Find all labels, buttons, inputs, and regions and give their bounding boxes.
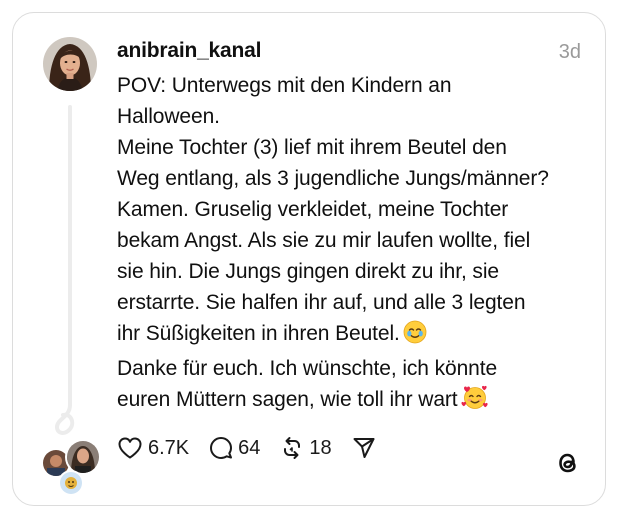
post-line-text: euren Müttern sagen, wie toll ihr wart <box>117 388 458 411</box>
post-line: Weg entlang, als 3 jugendliche Jungs/män… <box>117 167 549 190</box>
paper-plane-icon <box>353 438 375 458</box>
post-line: sie hin. Die Jungs gingen direkt zu ihr,… <box>117 260 499 283</box>
repost-icon <box>284 437 301 459</box>
author-avatar[interactable] <box>43 37 97 91</box>
post-timestamp: 3d <box>558 41 581 63</box>
post-line: erstarrte. Sie halfen ihr auf, und alle … <box>117 291 526 314</box>
thread-connector-line <box>68 105 72 405</box>
post-line: Kamen. Gruselig verkleidet, meine Tochte… <box>117 198 509 221</box>
speech-bubble-icon <box>210 437 233 459</box>
smiling-face-with-hearts-emoji <box>461 384 489 419</box>
author-username[interactable]: anibrain_kanal <box>117 37 261 65</box>
post-line: Halloween. <box>117 105 220 128</box>
share-button[interactable] <box>352 436 376 460</box>
repost-count: 18 <box>309 436 332 459</box>
teary-smile-emoji <box>403 320 427 353</box>
post-line: Danke für euch. Ich wünschte, ich könnte <box>117 357 498 380</box>
repost-button[interactable]: 18 <box>280 436 332 460</box>
replier-avatars[interactable] <box>41 439 105 496</box>
threads-logo-icon <box>559 453 576 473</box>
post-line-text: ihr Süßigkeiten in ihren Beutel. <box>117 322 400 345</box>
post-text: POV: Unterwegs mit den Kindern an Hallow… <box>117 70 597 419</box>
like-count: 6.7K <box>148 436 190 459</box>
heart-icon <box>118 437 142 459</box>
thread-loop-icon <box>54 391 75 435</box>
post-card[interactable]: anibrain_kanal 3d POV: Unterwegs mit den… <box>12 12 606 506</box>
like-button[interactable]: 6.7K <box>117 436 189 460</box>
action-bar: 6.7K 64 18 <box>117 430 376 466</box>
post-line-with-emoji: euren Müttern sagen, wie toll ihr wart <box>117 384 597 419</box>
reply-button[interactable]: 64 <box>209 436 260 460</box>
replier-avatar <box>58 470 84 496</box>
post-line: bekam Angst. Als sie zu mir laufen wollt… <box>117 229 531 252</box>
post-line: Meine Tochter (3) lief mit ihrem Beutel … <box>117 136 507 159</box>
reply-count: 64 <box>238 436 261 459</box>
post-line: POV: Unterwegs mit den Kindern an <box>117 74 452 97</box>
post-line-with-emoji: ihr Süßigkeiten in ihren Beutel. <box>117 318 597 353</box>
